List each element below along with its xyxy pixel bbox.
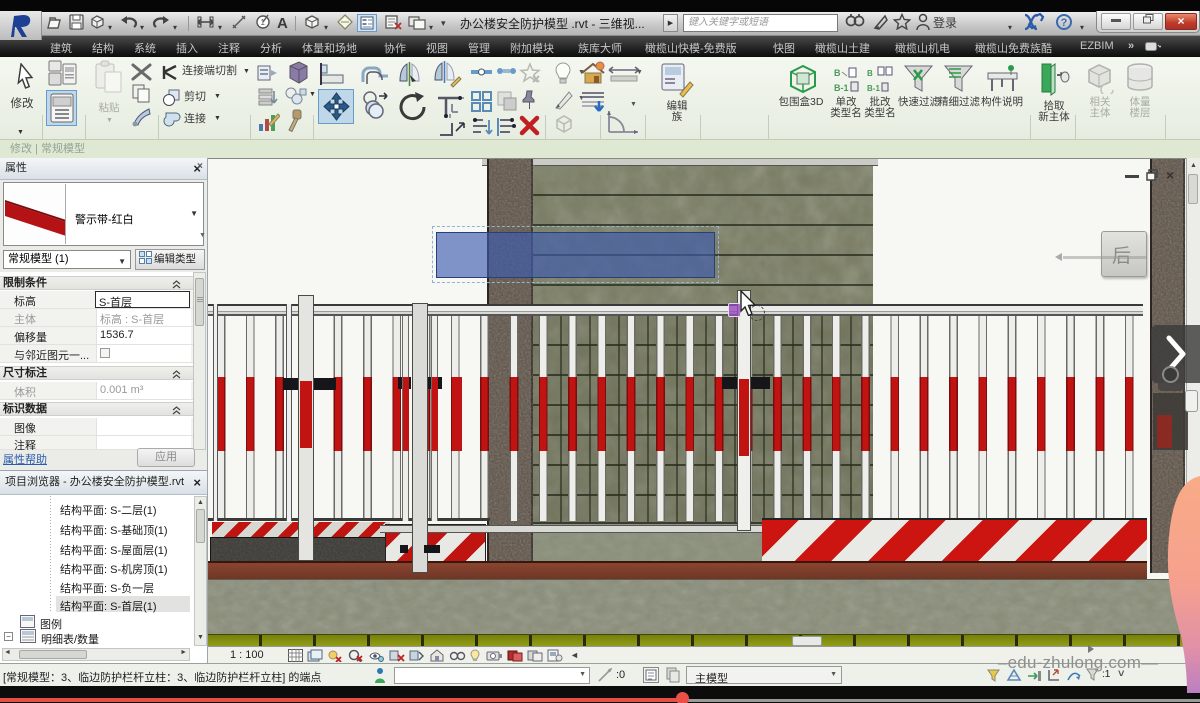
svg-text:B-1: B-1 — [834, 83, 849, 93]
svg-text:B: B — [867, 69, 873, 78]
svg-text:B: B — [834, 68, 841, 78]
svg-text:B-1: B-1 — [867, 84, 880, 93]
svg-text:1: 1 — [261, 18, 266, 27]
